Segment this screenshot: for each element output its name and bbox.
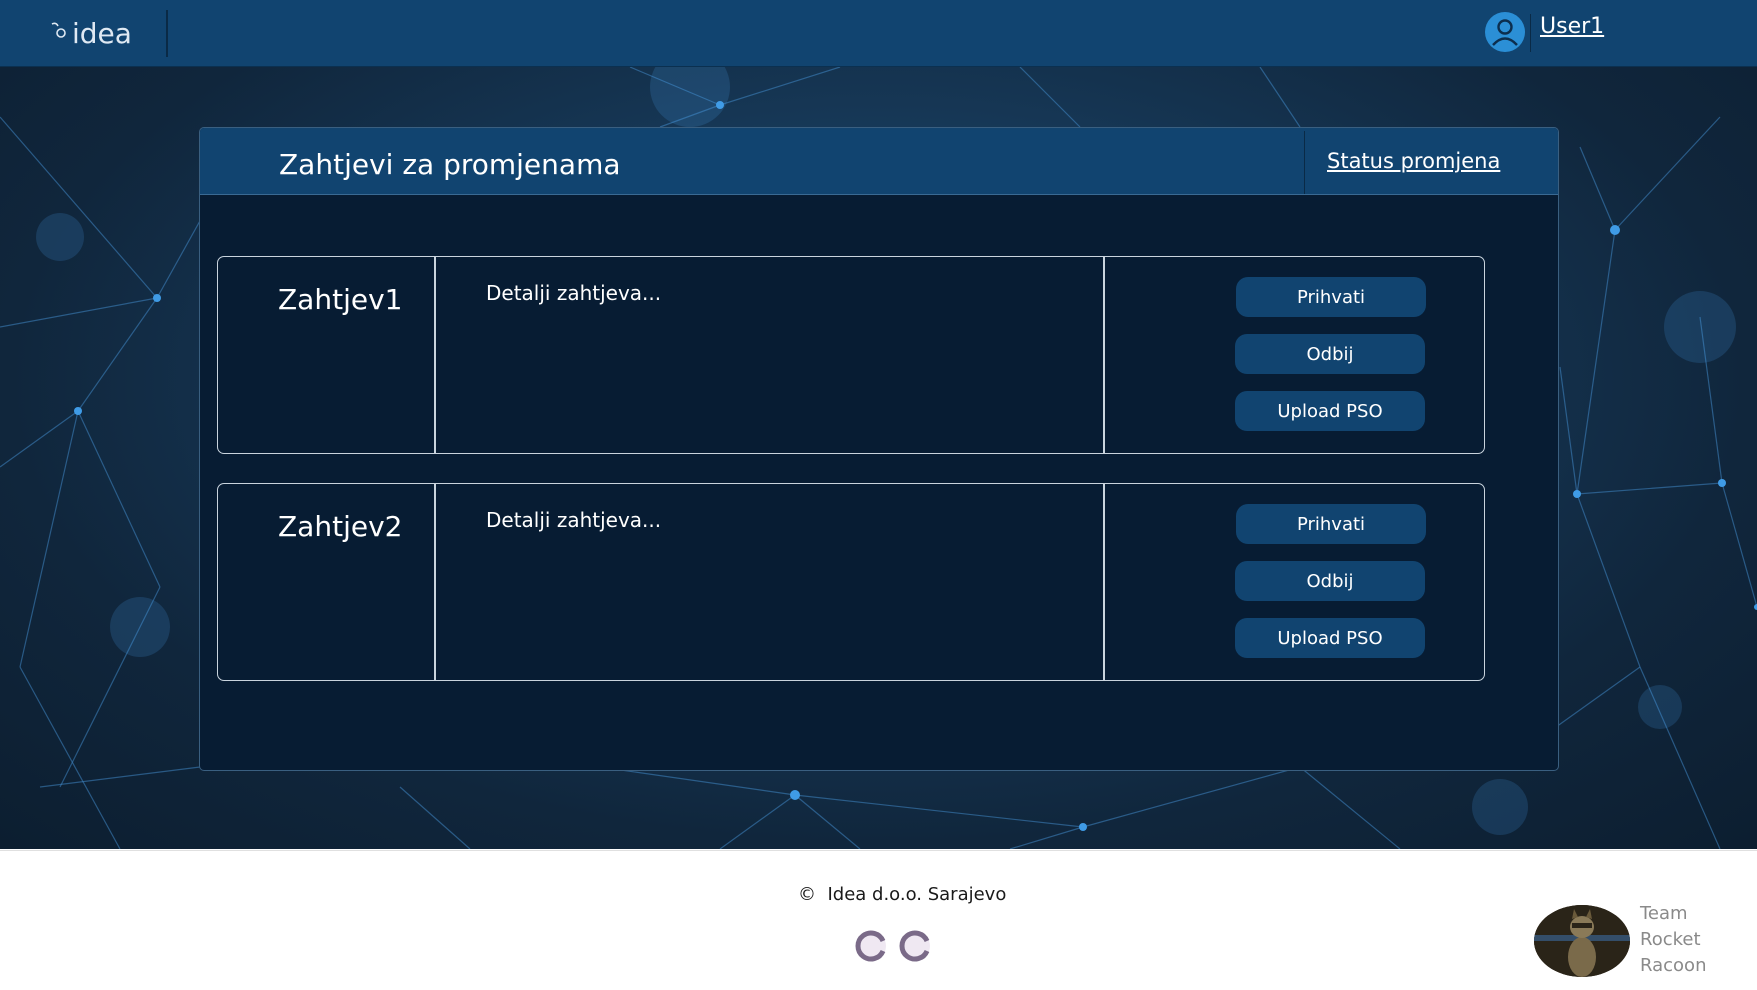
copyright-symbol: ©	[798, 884, 816, 905]
request-name: Zahtjev1	[278, 283, 403, 316]
footer: © Idea d.o.o. Sarajevo Team Rocket Racoo…	[0, 850, 1757, 990]
request-details: Detalji zahtjeva...	[486, 508, 662, 532]
upload-pso-button[interactable]: Upload PSO	[1235, 618, 1425, 658]
team-name: Team Rocket Racoon	[1640, 901, 1706, 979]
reject-button[interactable]: Odbij	[1235, 334, 1425, 374]
copyright-text: © Idea d.o.o. Sarajevo	[798, 884, 1006, 905]
team-line: Racoon	[1640, 955, 1707, 976]
request-details: Detalji zahtjeva...	[486, 281, 662, 305]
company-name: Idea d.o.o. Sarajevo	[827, 884, 1007, 905]
header-divider	[166, 10, 168, 57]
user-name-link[interactable]: User1	[1540, 14, 1604, 39]
team-line: Team	[1640, 903, 1688, 924]
badge-icon	[899, 930, 930, 962]
card-divider	[1103, 484, 1105, 680]
request-name: Zahtjev2	[278, 510, 403, 543]
logo-text[interactable]: idea	[72, 17, 132, 50]
card-divider	[434, 257, 436, 453]
card-divider	[434, 484, 436, 680]
user-avatar-icon[interactable]	[1485, 12, 1525, 52]
request-card: Zahtjev2 Detalji zahtjeva... Prihvati Od…	[217, 483, 1485, 681]
team-line: Rocket	[1640, 929, 1701, 950]
accept-button[interactable]: Prihvati	[1236, 504, 1426, 544]
status-changes-link[interactable]: Status promjena	[1327, 149, 1500, 173]
request-card: Zahtjev1 Detalji zahtjeva... Prihvati Od…	[217, 256, 1485, 454]
panel-header: Zahtjevi za promjenama Status promjena	[200, 128, 1558, 195]
team-raccoon-avatar	[1534, 905, 1630, 977]
page-title: Zahtjevi za promjenama	[279, 148, 621, 181]
top-navbar: idea User1	[0, 0, 1757, 67]
idea-logo-icon	[51, 22, 66, 38]
accept-button[interactable]: Prihvati	[1236, 277, 1426, 317]
upload-pso-button[interactable]: Upload PSO	[1235, 391, 1425, 431]
reject-button[interactable]: Odbij	[1235, 561, 1425, 601]
card-divider	[1103, 257, 1105, 453]
network-background: Zahtjevi za promjenama Status promjena Z…	[0, 67, 1757, 849]
badge-icon	[855, 930, 886, 962]
requests-panel: Zahtjevi za promjenama Status promjena Z…	[199, 127, 1559, 771]
panel-header-divider	[1304, 131, 1305, 194]
user-divider	[1530, 14, 1531, 52]
